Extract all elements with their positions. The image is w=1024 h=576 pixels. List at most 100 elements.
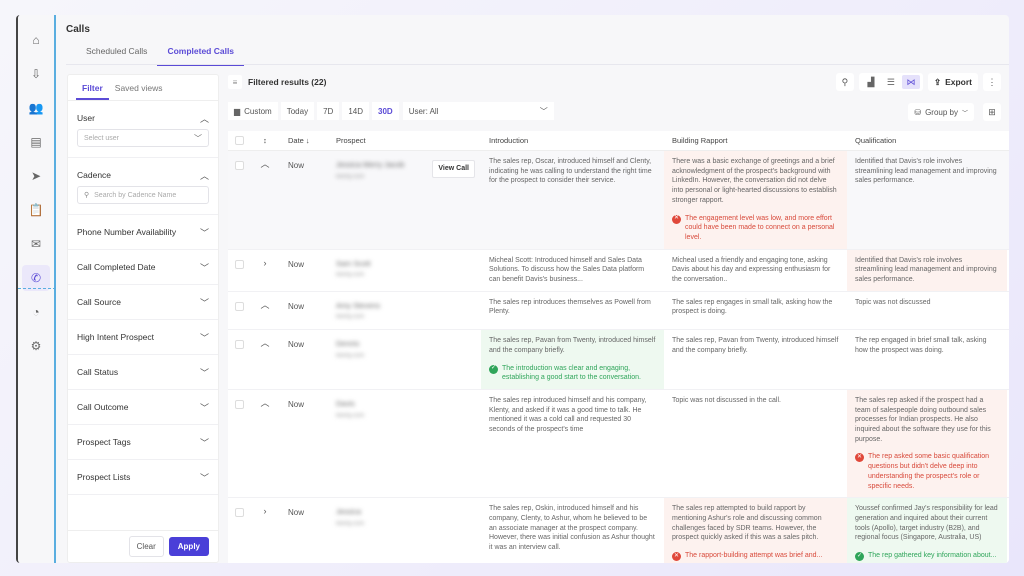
row-checkbox[interactable] [235,301,244,311]
view-call-button[interactable]: View Call [432,160,475,178]
more-options-button[interactable]: ⋮ [983,73,1001,91]
filter-panel-tabs: Filter Saved views [68,75,218,101]
table-row[interactable]: › Now Sam Scott klenty.com Micheal Scott: In… [228,249,1009,292]
chevron-up-icon: ︿ [199,113,209,124]
user-select[interactable]: Select user ﹀ [77,129,209,147]
chevron-up-icon[interactable]: ︿ [250,292,280,329]
cell-rapport: Topic was not discussed in the call. [664,390,847,497]
qual-note-text: The rep gathered key information about..… [868,552,997,560]
tab-scheduled-calls[interactable]: Scheduled Calls [76,41,157,66]
row-checkbox[interactable] [235,508,244,518]
search-button[interactable]: ⚲ [835,73,854,91]
nav-sequences[interactable]: ➤ [22,163,50,189]
chevron-right-icon[interactable]: › [250,498,280,563]
success-icon: ✓ [855,552,864,562]
chevron-up-icon[interactable]: ︿ [250,151,280,249]
header-date[interactable]: Date ↓ [280,136,328,145]
page-title: Calls [66,24,90,35]
table-row[interactable]: ︿ Now Davis klenty.com The sales rep introdu… [228,389,1009,499]
nav-inbox[interactable]: ⇩ [22,61,50,87]
prospect-cell: Sam Scott klenty.com [328,250,481,291]
accounts-icon: ▤ [30,135,42,149]
filter-section-header[interactable]: Call Status ﹀ [77,355,209,389]
cell-intro: The sales rep introduces themselves as P… [481,292,664,329]
ai-view-icon[interactable]: ⋈ [901,75,920,89]
prospect-name[interactable]: Davis [336,399,481,409]
intro-text: The sales rep, Oscar, introduced himself… [489,158,652,185]
cell-intro: The sales rep, Oscar, introduced himself… [481,151,664,249]
nav-reports[interactable]: ◔ [22,299,50,325]
table-row[interactable]: ︿ Now Jessica Merry Jacob klenty.com View Ca… [228,151,1009,250]
tab-filter[interactable]: Filter [76,75,109,100]
prospect-name[interactable]: Sam Scott [336,259,481,269]
row-checkbox[interactable] [235,259,244,269]
nav-contacts[interactable]: 👥 [22,95,50,121]
qual-text: Identified that Davis's role involves st… [855,256,997,284]
row-checkbox[interactable] [235,161,244,170]
nav-email[interactable]: ✉ [22,231,50,257]
filter-section-header[interactable]: Prospect Tags ﹀ [77,425,209,459]
prospect-name[interactable]: Dennis [336,339,481,349]
nav-accounts[interactable]: ▤ [22,129,50,155]
select-all-checkbox[interactable] [235,136,244,145]
range-7d[interactable]: 7D [317,102,340,120]
range-custom[interactable]: ▆ Custom [228,102,278,120]
filter-section-header[interactable]: Prospect Lists ﹀ [77,460,209,494]
inbox-icon: ⇩ [30,67,42,81]
export-label: Export [945,77,972,87]
table-row[interactable]: › Now Jessica klenty.com The sales rep, Oski… [228,498,1009,563]
search-icon: ⚲ [841,76,849,87]
table-columns-icon: ⊞ [988,106,996,117]
error-icon: ✕ [672,214,681,224]
prospect-domain: klenty.com [336,412,365,419]
chevron-right-icon[interactable]: › [250,250,280,291]
range-14d[interactable]: 14D [342,102,369,120]
calendar-icon: ▆ [234,106,241,116]
nav-settings[interactable]: ⚙ [22,333,50,359]
tab-completed-calls[interactable]: Completed Calls [157,41,245,66]
tab-saved-views[interactable]: Saved views [109,75,169,100]
user-filter-select[interactable]: User: All ﹀ [402,102,554,120]
cell-qual: Topic was not discussed [847,292,1007,329]
apply-button[interactable]: Apply [168,537,209,556]
nav-tasks[interactable]: 📋 [22,197,50,223]
prospect-name[interactable]: Jessica [336,507,481,517]
row-checkbox[interactable] [235,399,244,409]
cell-qual: The sales rep asked if the prospect had … [847,389,1007,498]
range-today[interactable]: Today [280,102,315,120]
filter-user-label: User [77,113,95,123]
chevron-up-icon[interactable]: ︿ [250,390,280,497]
clear-button[interactable]: Clear [128,536,164,557]
cadence-search-input[interactable]: ⚲ Search by Cadence Name [77,186,209,204]
rapport-note: ✕ The engagement level was low, and more … [672,214,839,243]
export-button[interactable]: ⇪ Export [927,73,978,91]
filter-panel-footer: Clear Apply [68,530,218,562]
filter-section-header[interactable]: Call Outcome ﹀ [77,390,209,424]
settings-icon: ⚙ [30,339,42,353]
range-30d[interactable]: 30D [372,102,399,120]
list-view-icon[interactable]: ☰ [882,75,900,89]
export-icon: ⇪ [933,76,942,87]
columns-button[interactable]: ⊞ [983,103,1001,121]
filter-section-header[interactable]: Phone Number Availability ﹀ [77,215,209,249]
group-by-button[interactable]: ⛁ Group by ﹀ [908,103,974,121]
results-title: Filtered results (22) [248,77,327,87]
nav-home[interactable]: ⌂ [22,27,50,53]
results-header: ≡ Filtered results (22) [228,75,326,89]
table-row[interactable]: ︿ Now Amy Stevens klenty.com The sales rep i… [228,292,1009,331]
filter-section-header[interactable]: Call Completed Date ﹀ [77,250,209,284]
filter-section-header[interactable]: High Intent Prospect ﹀ [77,320,209,354]
chevron-up-icon[interactable]: ︿ [250,330,280,389]
filter-toggle-icon[interactable]: ≡ [228,75,242,89]
prospect-name[interactable]: Amy Stevens [336,301,481,311]
expand-all-icon[interactable]: ↕ [250,136,280,145]
page-tabs: Scheduled Calls Completed Calls [76,41,245,66]
row-checkbox[interactable] [235,340,244,350]
calls-icon: ✆ [30,271,42,285]
rapport-text: Micheal used a friendly and engaging ton… [672,256,831,284]
filter-section-header[interactable]: Call Source ﹀ [77,285,209,319]
chart-view-icon[interactable]: ▟ [862,75,880,89]
view-switcher: ▟ ☰ ⋈ [858,73,923,91]
filter-section: Call Status ﹀ [68,355,218,390]
table-row[interactable]: ︿ Now Dennis klenty.com The sales rep, Pavan… [228,330,1009,390]
